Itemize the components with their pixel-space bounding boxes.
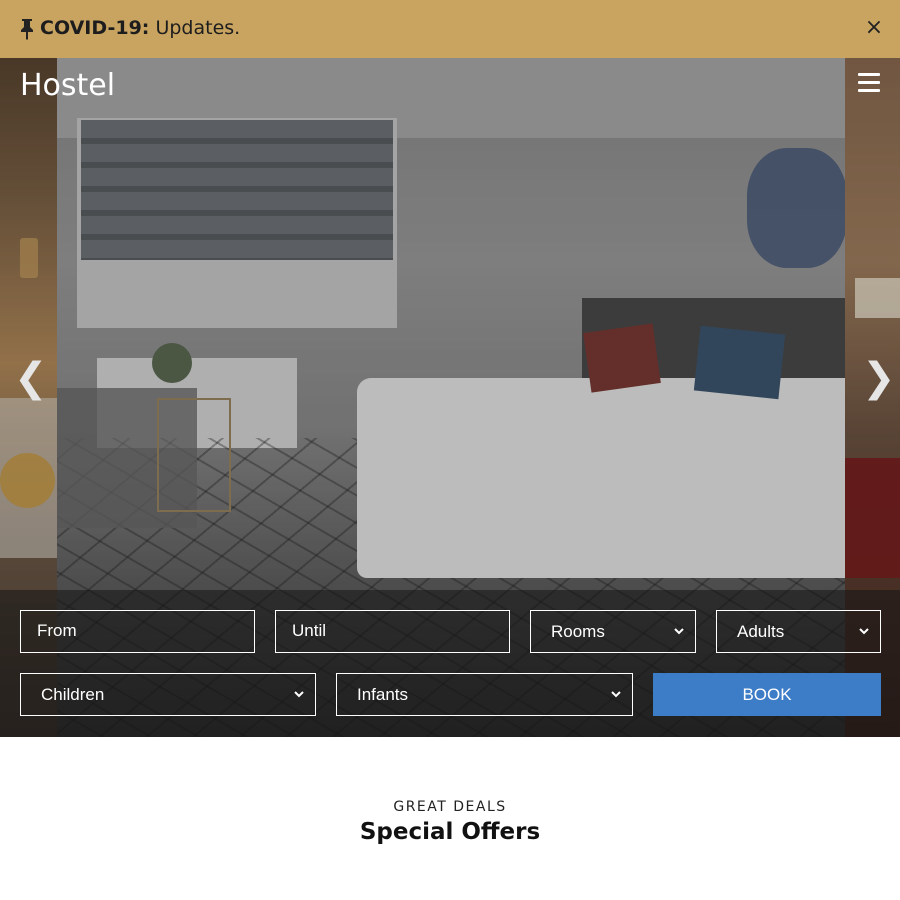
- children-select[interactable]: Children: [20, 673, 316, 716]
- chevron-down-icon: [611, 691, 621, 698]
- children-select-value: Children: [41, 685, 105, 704]
- menu-bar: [858, 73, 880, 76]
- infants-select-value: Infants: [357, 685, 409, 704]
- menu-bar: [858, 89, 880, 92]
- chevron-down-icon: [859, 628, 869, 635]
- from-date-input[interactable]: From: [20, 610, 255, 653]
- adults-select-value: Adults: [737, 622, 785, 641]
- section-title: Special Offers: [359, 819, 541, 845]
- hamburger-menu-icon[interactable]: [858, 73, 880, 93]
- announcement-text[interactable]: Updates.: [149, 17, 240, 39]
- menu-bar: [858, 81, 880, 84]
- chevron-right-icon[interactable]: ❯: [862, 358, 896, 398]
- adults-select[interactable]: Adults: [716, 610, 881, 653]
- hero-carousel: Hostel ❮ ❯ From Until Rooms Adults Child…: [0, 58, 900, 737]
- chevron-left-icon[interactable]: ❮: [14, 358, 48, 398]
- book-button[interactable]: BOOK: [653, 673, 881, 716]
- announcement-bar: COVID-19: Updates. ×: [0, 0, 900, 58]
- rooms-select[interactable]: Rooms: [530, 610, 696, 653]
- announcement-label: COVID-19:: [40, 17, 150, 39]
- from-date-placeholder: From: [37, 621, 77, 640]
- close-icon[interactable]: ×: [864, 16, 884, 40]
- infants-select[interactable]: Infants: [336, 673, 633, 716]
- chevron-down-icon: [294, 691, 304, 698]
- chevron-down-icon: [674, 628, 684, 635]
- pin-icon: [21, 19, 33, 40]
- site-logo[interactable]: Hostel: [20, 68, 115, 104]
- announcement-message: COVID-19: Updates.: [40, 16, 240, 40]
- booking-form: From Until Rooms Adults Children Infants…: [0, 590, 900, 737]
- section-eyebrow: GREAT DEALS: [393, 799, 507, 815]
- until-date-input[interactable]: Until: [275, 610, 510, 653]
- rooms-select-value: Rooms: [551, 622, 605, 641]
- until-date-placeholder: Until: [292, 621, 327, 640]
